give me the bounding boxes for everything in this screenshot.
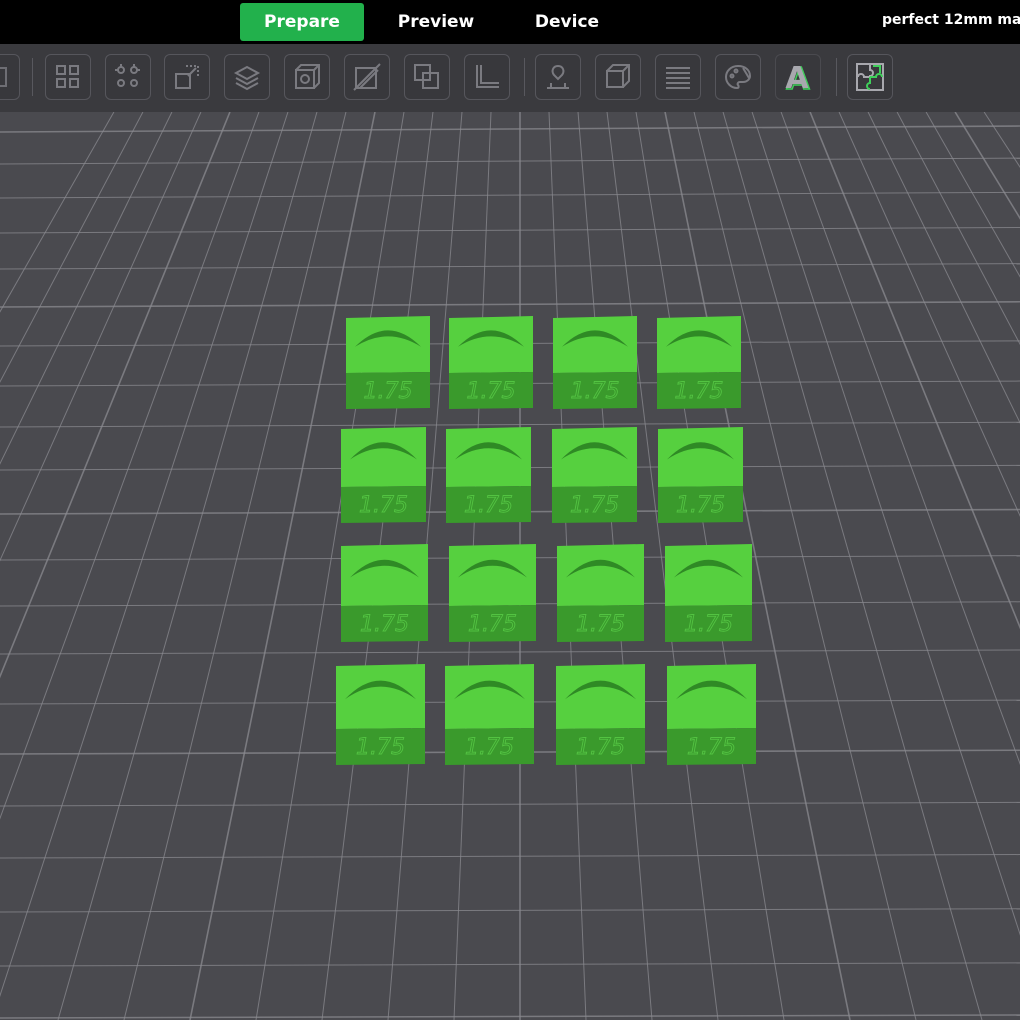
- cut-diagonal-icon: [353, 63, 381, 91]
- cube-label: 1.75: [360, 612, 409, 637]
- toolbar-separator: [836, 58, 837, 96]
- auto-orient-icon: [115, 64, 140, 87]
- top-bar: Prepare Preview Device perfect 12mm magr: [0, 0, 1020, 44]
- project-title: perfect 12mm magr: [882, 12, 1020, 28]
- color-paint-button[interactable]: [715, 54, 761, 100]
- cube-model[interactable]: 1.75: [341, 544, 428, 642]
- toolbar-separator: [32, 58, 33, 96]
- hole-cube-button[interactable]: [284, 54, 330, 100]
- cube-model[interactable]: 1.75: [449, 544, 536, 642]
- cube-top-face: [667, 664, 756, 729]
- cube-model[interactable]: 1.75: [553, 316, 637, 409]
- boolean-button[interactable]: [404, 54, 450, 100]
- measure-button[interactable]: [464, 54, 510, 100]
- boolean-square-icon: [414, 64, 439, 89]
- layers-box-button[interactable]: [224, 54, 270, 100]
- slicer-app: Prepare Preview Device perfect 12mm magr: [0, 0, 1020, 1020]
- cube-label: 1.75: [364, 379, 413, 404]
- tab-prepare[interactable]: Prepare: [240, 3, 364, 41]
- cube-top-face: [449, 544, 536, 606]
- cube-outline-icon: [606, 64, 630, 88]
- cube-model[interactable]: 1.75: [658, 427, 743, 523]
- text-a-icon: A A: [785, 62, 811, 92]
- cube-model[interactable]: 1.75: [667, 664, 756, 765]
- build-plate-viewport[interactable]: 1.75 1.75 1.75 1.75 1.75 1.75 1.75 1.75 1.75 1.75…: [0, 112, 1020, 1020]
- cube-top-face: [336, 664, 425, 729]
- layers-box-icon: [233, 65, 261, 91]
- auto-orient-button[interactable]: [105, 54, 151, 100]
- color-palette-icon: [724, 64, 752, 90]
- scale-button[interactable]: [164, 54, 210, 100]
- cube-label: 1.75: [464, 493, 513, 518]
- toolbar-separator: [524, 58, 525, 96]
- cube-model[interactable]: 1.75: [665, 544, 752, 642]
- cube-hole-icon: [295, 64, 320, 89]
- partial-tool-button[interactable]: [0, 54, 20, 100]
- cube-label: 1.75: [356, 735, 405, 760]
- cube-label: 1.75: [570, 493, 619, 518]
- cube-label: 1.75: [687, 735, 736, 760]
- arrange-grid-icon: [56, 65, 79, 88]
- cube-top-face: [445, 664, 534, 729]
- svg-text:A: A: [785, 62, 809, 92]
- cube-top-face: [341, 544, 428, 606]
- cut-button[interactable]: [344, 54, 390, 100]
- build-plate-scene[interactable]: 1.75 1.75 1.75 1.75 1.75 1.75 1.75 1.75 1.75 1.75…: [0, 112, 1020, 1020]
- assembly-button[interactable]: [847, 54, 893, 100]
- support-paint-icon: [547, 64, 569, 89]
- layers-lines-icon: [666, 67, 690, 89]
- cube-model[interactable]: 1.75: [346, 316, 430, 409]
- cube-model[interactable]: 1.75: [449, 316, 533, 409]
- cube-label: 1.75: [359, 493, 408, 518]
- text-tool-button[interactable]: A A: [775, 54, 821, 100]
- cube-model[interactable]: 1.75: [557, 544, 644, 642]
- cube-top-face: [556, 664, 645, 729]
- cube-label: 1.75: [465, 735, 514, 760]
- support-paint-button[interactable]: [535, 54, 581, 100]
- cube-model[interactable]: 1.75: [336, 664, 425, 765]
- partial-tool-icon: [0, 67, 7, 87]
- tab-preview[interactable]: Preview: [380, 3, 492, 41]
- cube-label: 1.75: [467, 379, 516, 404]
- cube-top-face: [557, 544, 644, 606]
- arrange-button[interactable]: [45, 54, 91, 100]
- cube-model[interactable]: 1.75: [556, 664, 645, 765]
- assembly-puzzle-icon: [856, 63, 884, 91]
- cube-model[interactable]: 1.75: [552, 427, 637, 523]
- toolbar: A A: [0, 44, 1020, 112]
- layer-lines-button[interactable]: [655, 54, 701, 100]
- cube-model[interactable]: 1.75: [341, 427, 426, 523]
- cube-top-face: [665, 544, 752, 606]
- tab-device[interactable]: Device: [512, 3, 622, 41]
- cube-label: 1.75: [468, 612, 517, 637]
- cube-label: 1.75: [676, 493, 725, 518]
- measure-l-icon: [476, 65, 499, 88]
- cube-outline-button[interactable]: [595, 54, 641, 100]
- cube-model[interactable]: 1.75: [445, 664, 534, 765]
- cube-label: 1.75: [684, 612, 733, 637]
- cube-label: 1.75: [675, 379, 724, 404]
- cube-model[interactable]: 1.75: [657, 316, 741, 409]
- scale-box-icon: [175, 65, 199, 89]
- cube-label: 1.75: [576, 612, 625, 637]
- cube-label: 1.75: [576, 735, 625, 760]
- cube-label: 1.75: [571, 379, 620, 404]
- cube-model[interactable]: 1.75: [446, 427, 531, 523]
